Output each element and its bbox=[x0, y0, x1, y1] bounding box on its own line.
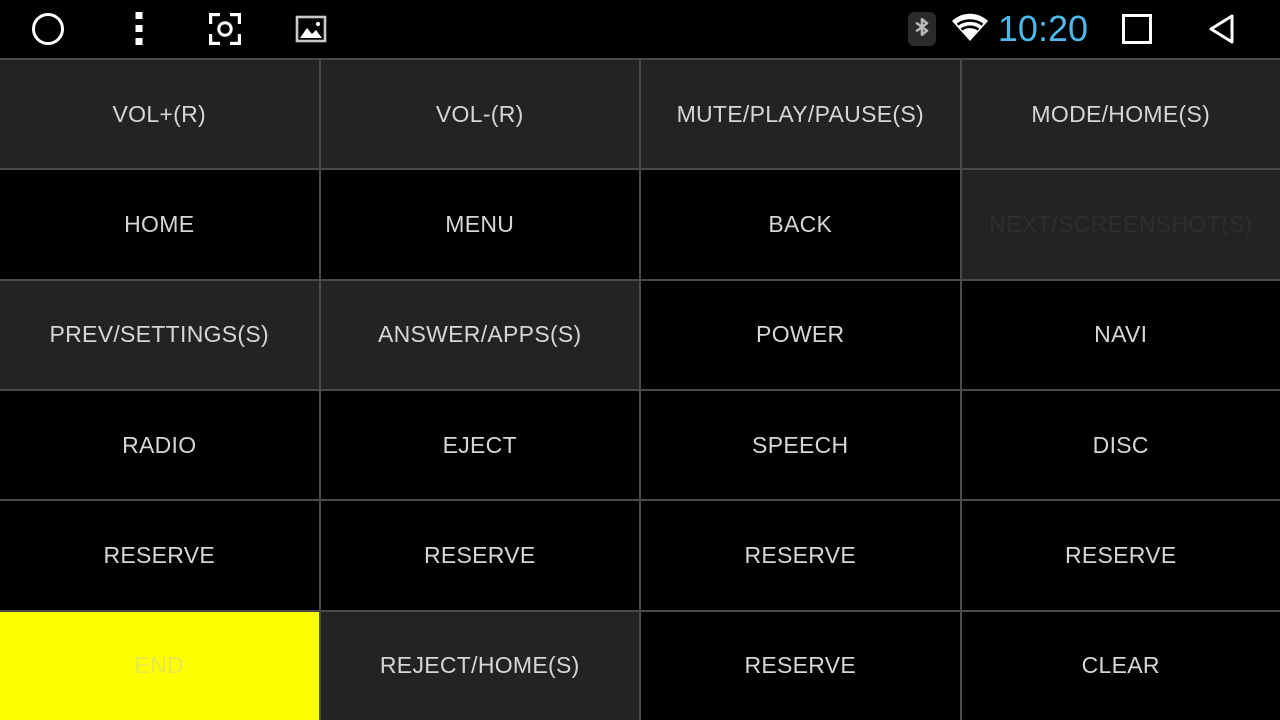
focus-viewfinder-icon[interactable] bbox=[182, 0, 268, 58]
gallery-image-icon[interactable] bbox=[268, 0, 354, 58]
key-cell[interactable]: BACK bbox=[641, 170, 960, 279]
key-cell[interactable]: RESERVE bbox=[641, 611, 960, 720]
key-cell[interactable]: VOL+(R) bbox=[0, 60, 319, 169]
key-cell[interactable]: ANSWER/APPS(S) bbox=[320, 280, 639, 389]
status-bar-clock: 10:20 bbox=[997, 8, 1088, 49]
key-cell[interactable]: MENU bbox=[320, 170, 639, 279]
camera-shutter-icon[interactable] bbox=[0, 0, 96, 58]
overflow-menu-icon[interactable] bbox=[96, 0, 182, 58]
key-cell[interactable]: RESERVE bbox=[320, 501, 639, 610]
key-cell[interactable]: VOL-(R) bbox=[320, 60, 639, 169]
key-cell[interactable]: RADIO bbox=[0, 391, 319, 500]
key-cell[interactable]: RESERVE bbox=[961, 501, 1280, 610]
status-bar-left-group bbox=[0, 0, 354, 58]
key-cell[interactable]: REJECT/HOME(S) bbox=[320, 611, 639, 720]
bluetooth-icon bbox=[900, 0, 944, 58]
key-cell[interactable]: POWER bbox=[641, 280, 960, 389]
key-cell[interactable]: RESERVE bbox=[0, 501, 319, 610]
key-cell[interactable]: EJECT bbox=[320, 391, 639, 500]
key-cell[interactable]: HOME bbox=[0, 170, 319, 279]
key-cell[interactable]: RESERVE bbox=[641, 501, 960, 610]
key-cell[interactable]: SPEECH bbox=[641, 391, 960, 500]
key-cell[interactable]: MUTE/PLAY/PAUSE(S) bbox=[641, 60, 960, 169]
status-bar: 10:20 bbox=[0, 0, 1280, 58]
key-cell[interactable]: PREV/SETTINGS(S) bbox=[0, 280, 319, 389]
status-bar-right-group: 10:20 bbox=[900, 0, 1266, 58]
key-cell[interactable]: MODE/HOME(S) bbox=[961, 60, 1280, 169]
key-cell[interactable]: DISC bbox=[961, 391, 1280, 500]
key-cell: NEXT/SCREENSHOT(S) bbox=[961, 170, 1280, 279]
key-mapping-grid: VOL+(R) VOL-(R) MUTE/PLAY/PAUSE(S) MODE/HOM… bbox=[0, 58, 1280, 720]
key-cell[interactable]: CLEAR bbox=[961, 611, 1280, 720]
wifi-icon bbox=[944, 0, 996, 58]
back-triangle-icon[interactable] bbox=[1180, 0, 1266, 58]
key-cell[interactable]: NAVI bbox=[961, 280, 1280, 389]
key-cell[interactable]: END bbox=[0, 611, 319, 720]
app-root: 10:20 VOL+(R) VOL-(R) MUTE/PLAY/PAUSE(S) MO… bbox=[0, 0, 1280, 720]
recents-square-icon[interactable] bbox=[1094, 0, 1180, 58]
